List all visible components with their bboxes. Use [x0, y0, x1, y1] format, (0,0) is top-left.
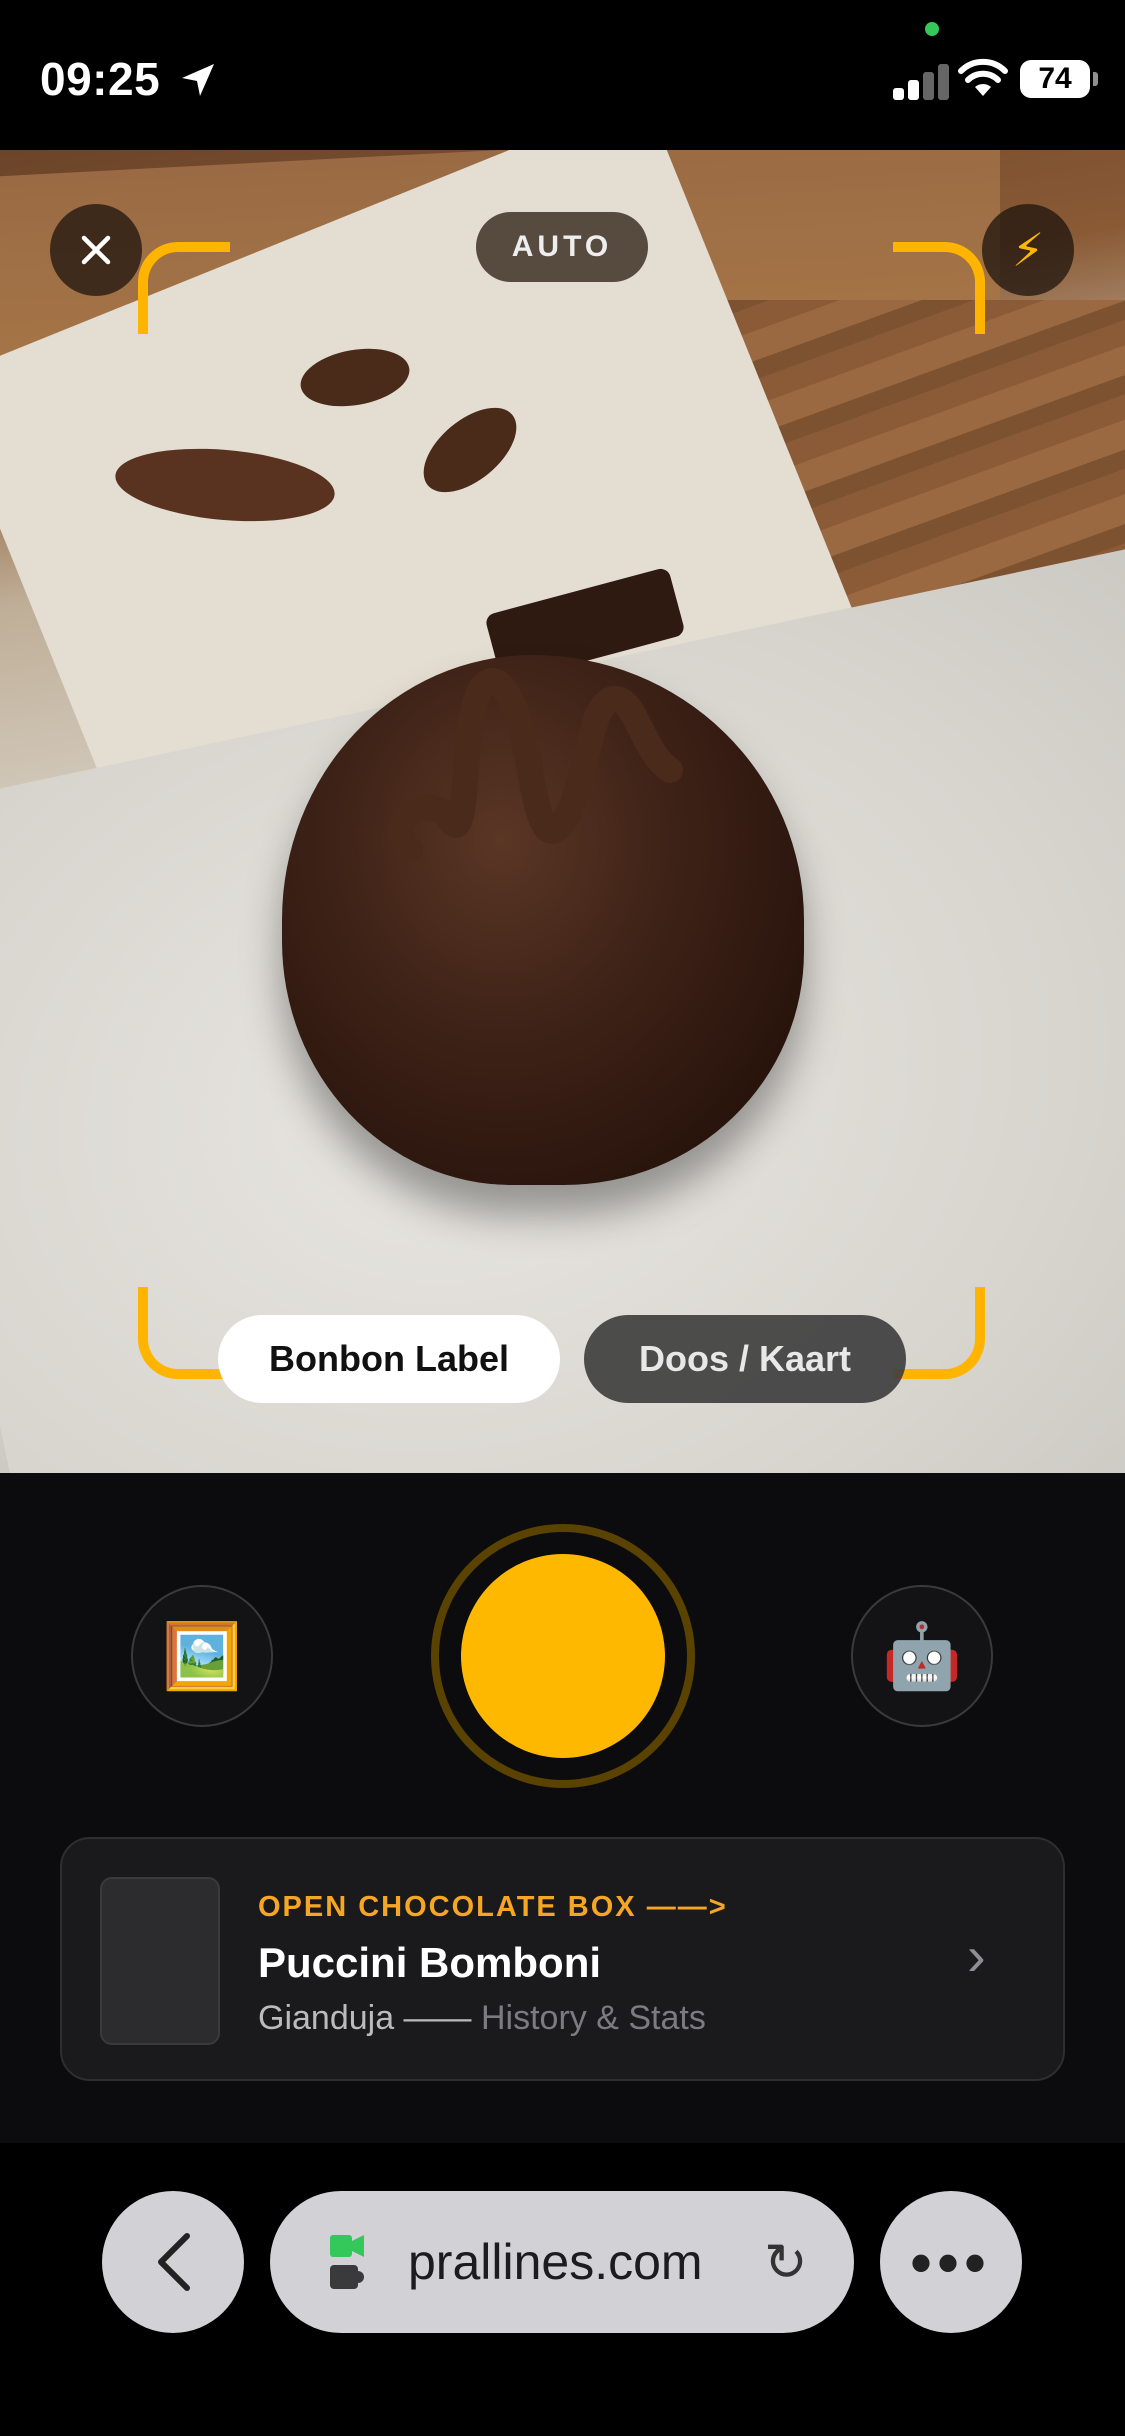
- mode-doos-kaart[interactable]: Doos / Kaart: [584, 1315, 906, 1403]
- back-button[interactable]: [102, 2191, 244, 2333]
- browser-toolbar: prallines.com ↻ •••: [0, 2143, 1125, 2436]
- lightning-icon: ⚡: [1011, 224, 1045, 276]
- mode-bonbon-label[interactable]: Bonbon Label: [218, 1315, 560, 1403]
- scan-frame-corner: [893, 242, 985, 334]
- url-text: prallines.com: [408, 2234, 703, 2290]
- auto-mode-button[interactable]: AUTO: [476, 212, 648, 282]
- cellular-signal-icon: [893, 60, 953, 100]
- location-arrow-icon: [182, 64, 214, 96]
- gallery-button[interactable]: 🖼️: [131, 1585, 273, 1727]
- result-subtitle-secondary: History & Stats: [481, 1999, 706, 2037]
- ai-assistant-button[interactable]: 🤖: [851, 1585, 993, 1727]
- close-icon: [81, 235, 111, 265]
- address-bar[interactable]: prallines.com ↻: [270, 2191, 854, 2333]
- scan-frame-corner: [893, 1287, 985, 1379]
- scan-frame-corner: [138, 242, 230, 334]
- reload-icon[interactable]: ↻: [764, 2233, 808, 2293]
- ellipsis-icon: •••: [910, 2228, 992, 2296]
- result-kicker: OPEN CHOCOLATE BOX ——>: [258, 1891, 728, 1923]
- chevron-right-icon: ›: [967, 1924, 986, 1987]
- camera-viewfinder[interactable]: AUTO ⚡ Bonbon Label Doos / Kaart: [0, 150, 1125, 1473]
- chevron-left-icon: [158, 2233, 190, 2291]
- result-card[interactable]: OPEN CHOCOLATE BOX ——> Puccini Bomboni G…: [60, 1837, 1065, 2081]
- shutter-button[interactable]: [431, 1524, 695, 1788]
- flash-button[interactable]: ⚡: [982, 204, 1074, 296]
- shutter-core: [461, 1554, 665, 1758]
- battery-indicator: 74: [1020, 60, 1098, 98]
- result-subtitle: Gianduja —— History & Stats: [258, 1999, 706, 2038]
- wifi-icon: [958, 58, 1008, 96]
- scan-frame-corner: [138, 1287, 230, 1379]
- camera-controls-panel: 🖼️ 🤖 OPEN CHOCOLATE BOX ——> Puccini Bomb…: [0, 1473, 1125, 2143]
- more-button[interactable]: •••: [880, 2191, 1022, 2333]
- site-puzzle-icon: [330, 2235, 364, 2289]
- status-bar: 09:25 74: [0, 0, 1125, 150]
- result-title: Puccini Bomboni: [258, 1939, 602, 1986]
- bonbon-drizzle: [387, 668, 683, 863]
- result-subtitle-primary: Gianduja ——: [258, 1999, 472, 2037]
- clock: 09:25: [40, 53, 161, 105]
- camera-in-use-indicator: [925, 22, 939, 36]
- framed-picture-icon: 🖼️: [162, 1619, 242, 1692]
- robot-icon: 🤖: [882, 1619, 962, 1692]
- close-button[interactable]: [50, 204, 142, 296]
- result-thumbnail: [100, 1877, 220, 2045]
